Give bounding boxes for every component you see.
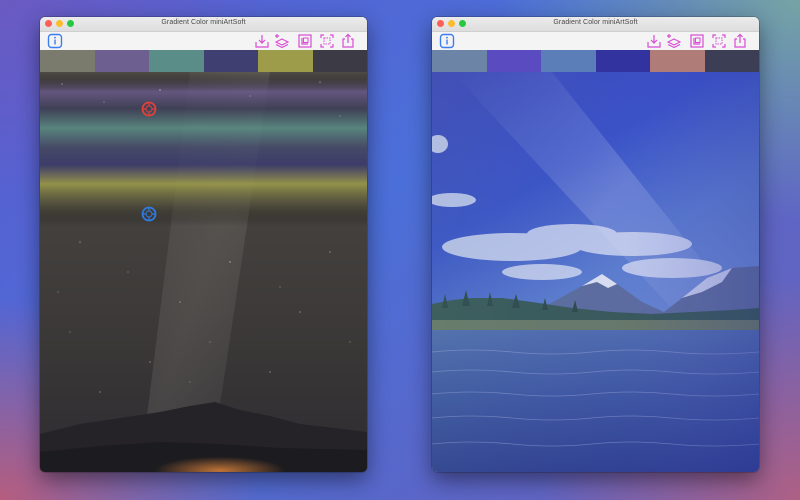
red-color-point-icon: [141, 101, 157, 117]
crop-button[interactable]: [689, 33, 705, 49]
title-bar[interactable]: Gradient Color miniArtSoft: [432, 17, 759, 32]
color-swatch[interactable]: [40, 50, 95, 72]
color-swatch[interactable]: [541, 50, 596, 72]
color-swatch[interactable]: [203, 50, 258, 72]
window-title: Gradient Color miniArtSoft: [553, 19, 638, 26]
night-sky-photo: [40, 72, 367, 472]
image-canvas-mountain-lake[interactable]: [432, 72, 759, 472]
title-bar[interactable]: Gradient Color miniArtSoft: [40, 17, 367, 32]
import-button[interactable]: [646, 33, 662, 49]
share-button[interactable]: [732, 33, 748, 49]
color-swatch[interactable]: [486, 50, 541, 72]
toolbar: [40, 32, 367, 50]
window-right: Gradient Color miniArtSoft: [432, 17, 759, 472]
toolbar: [432, 32, 759, 50]
import-icon: [255, 35, 269, 48]
add-layers-icon: [666, 34, 682, 49]
image-canvas-night-sky[interactable]: [40, 72, 367, 472]
color-swatch[interactable]: [312, 50, 367, 72]
fit-screen-button[interactable]: [711, 33, 727, 49]
color-swatch[interactable]: [650, 50, 705, 72]
color-swatch[interactable]: [704, 50, 759, 72]
info-icon: [47, 33, 63, 49]
crop-icon: [690, 34, 704, 48]
share-icon: [342, 33, 354, 48]
fit-screen-icon: [320, 34, 334, 48]
color-swatch[interactable]: [149, 50, 204, 72]
crop-icon: [298, 34, 312, 48]
fit-screen-button[interactable]: [319, 33, 335, 49]
color-swatch[interactable]: [595, 50, 650, 72]
add-layers-icon: [274, 34, 290, 49]
color-point-handle-blue[interactable]: [141, 206, 157, 222]
blue-color-point-icon: [141, 206, 157, 222]
info-button[interactable]: [439, 33, 455, 49]
color-swatch[interactable]: [94, 50, 149, 72]
crop-button[interactable]: [297, 33, 313, 49]
color-swatch-bar: [432, 50, 759, 72]
add-layers-button[interactable]: [274, 33, 290, 49]
color-swatch[interactable]: [432, 50, 487, 72]
window-title: Gradient Color miniArtSoft: [161, 19, 246, 26]
share-icon: [734, 33, 746, 48]
color-point-handle-red[interactable]: [141, 101, 157, 117]
mountain-lake-photo: [432, 72, 759, 472]
import-icon: [647, 35, 661, 48]
share-button[interactable]: [340, 33, 356, 49]
window-left: Gradient Color miniArtSoft: [40, 17, 367, 472]
fit-screen-icon: [712, 34, 726, 48]
info-button[interactable]: [47, 33, 63, 49]
color-swatch-bar: [40, 50, 367, 72]
import-button[interactable]: [254, 33, 270, 49]
color-swatch[interactable]: [258, 50, 313, 72]
info-icon: [439, 33, 455, 49]
add-layers-button[interactable]: [666, 33, 682, 49]
